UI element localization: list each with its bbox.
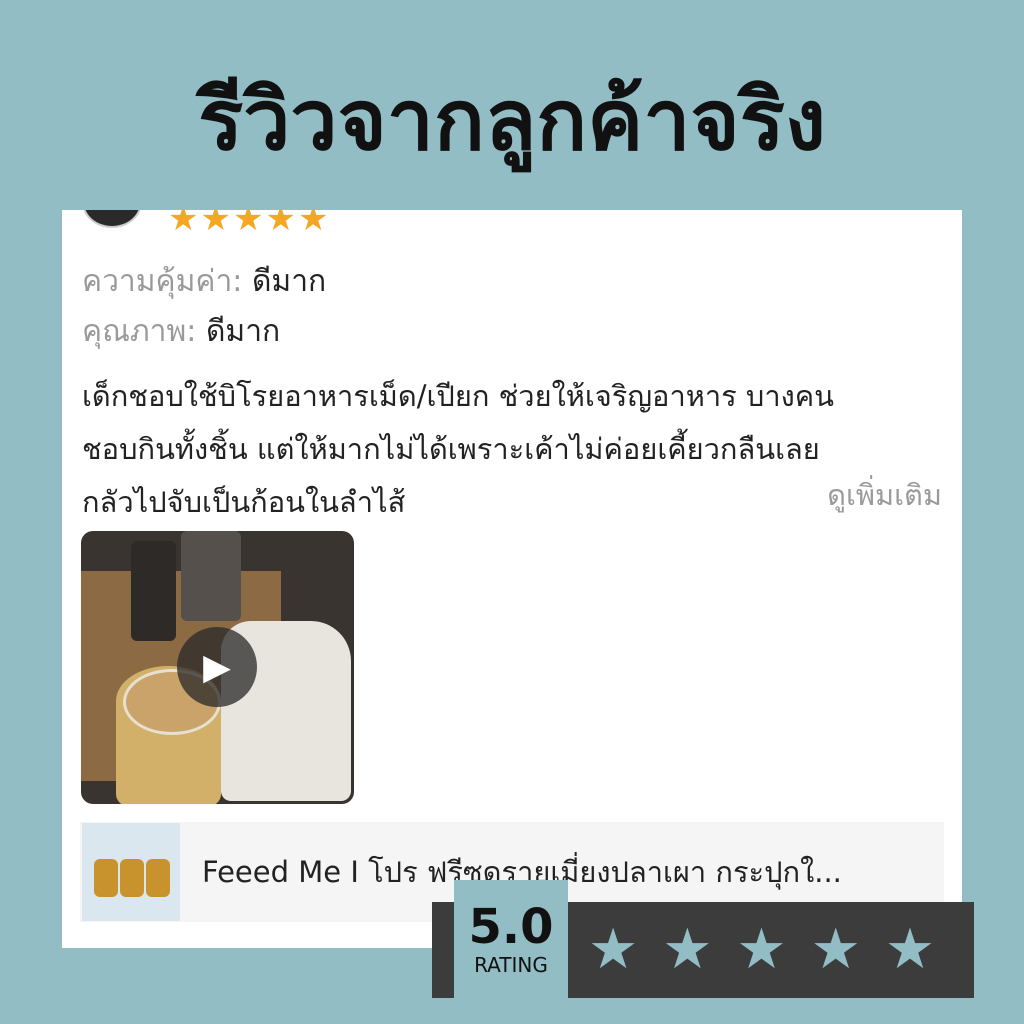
star-icon: ★ [588, 917, 639, 982]
product-jar-shape [94, 859, 118, 897]
quality-label: คุณภาพ: [82, 314, 197, 349]
value-label: ความคุ้มค่า: [82, 264, 243, 299]
play-icon: ▶ [203, 646, 231, 688]
play-button[interactable]: ▶ [177, 627, 257, 707]
star-icon: ★ [297, 210, 329, 239]
value-value: ดีมาก [251, 264, 327, 299]
quality-rating-row: คุณภาพ: ดีมาก [82, 314, 280, 350]
product-jar-shape [120, 859, 144, 897]
rating-score-box: 5.0 RATING [454, 880, 568, 998]
media-bottle-shape [131, 541, 176, 641]
rating-label: RATING [474, 953, 548, 978]
star-icon: ★ [168, 210, 199, 239]
see-more-link[interactable]: ดูเพิ่มเติม [827, 472, 942, 518]
star-icon: ★ [810, 917, 861, 982]
page-title: รีวิวจากลูกค้าจริง [198, 71, 826, 169]
star-icon: ★ [662, 917, 713, 982]
review-card: ★ ★ ★ ★ ★ ความคุ้มค่า: ดีมาก คุณภาพ: ดีม… [62, 210, 962, 948]
review-text-line: เด็กชอบใช้บิโรยอาหารเม็ด/เปียก ช่วยให้เจ… [82, 379, 835, 413]
avatar[interactable] [82, 210, 142, 228]
star-icon: ★ [265, 210, 296, 239]
review-star-rating: ★ ★ ★ ★ ★ [168, 210, 328, 236]
review-text-line: ชอบกินทั้งชิ้น แต่ให้มากไม่ได้เพราะเค้าไ… [82, 432, 820, 466]
quality-value: ดีมาก [205, 314, 281, 349]
media-bottle-shape [181, 531, 241, 621]
rating-stars: ★ ★ ★ ★ ★ [588, 922, 935, 978]
review-video-thumbnail[interactable]: ▶ [81, 531, 354, 804]
star-icon: ★ [736, 917, 787, 982]
rating-value: 5.0 [468, 898, 554, 955]
rating-badge: 5.0 RATING ★ ★ ★ ★ ★ [432, 880, 974, 998]
product-thumbnail [82, 823, 180, 921]
product-jar-shape [146, 859, 170, 897]
review-text-line: กลัวไปจับเป็นก้อนในลำไส้ [82, 485, 406, 519]
star-icon: ★ [884, 917, 936, 982]
star-icon: ★ [232, 210, 264, 239]
star-icon: ★ [200, 210, 231, 239]
review-text: เด็กชอบใช้บิโรยอาหารเม็ด/เปียก ช่วยให้เจ… [82, 370, 942, 529]
value-rating-row: ความคุ้มค่า: ดีมาก [82, 264, 326, 300]
